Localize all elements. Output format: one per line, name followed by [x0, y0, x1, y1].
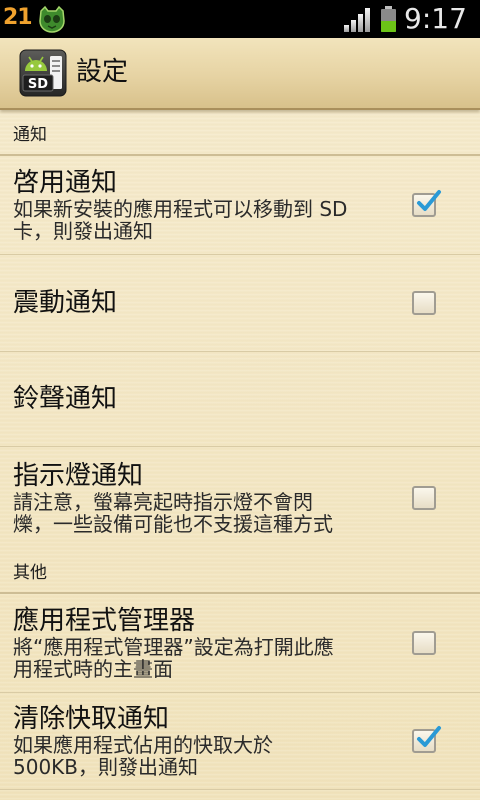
setting-text: 指示燈通知 請注意，螢幕亮起時指示燈不會閃 爍，一些設備可能也不支援這種方式	[13, 461, 403, 535]
enable-notification-checkbox[interactable]	[412, 190, 441, 217]
setting-text: 清除快取通知 如果應用程式佔用的快取大於 500KB，則發出通知	[13, 704, 403, 778]
status-bar: 21 9:17	[0, 0, 480, 38]
setting-title: 應用程式管理器	[13, 606, 196, 636]
setting-clear-cache-notification[interactable]: 清除快取通知 如果應用程式佔用的快取大於 500KB，則發出通知	[0, 693, 480, 790]
setting-summary: 用程式時的主畫面	[13, 657, 173, 680]
setting-summary: 爍，一些設備可能也不支援這種方式	[13, 511, 333, 535]
setting-title: 鈴聲通知	[13, 384, 118, 414]
setting-summary: 500KB，則發出通知	[13, 755, 199, 778]
signal-bar	[358, 14, 363, 32]
notification-number: 21	[3, 5, 33, 30]
title-bar: SD 設定	[0, 38, 480, 110]
setting-title: 指示燈通知	[13, 460, 144, 491]
setting-enable-notification[interactable]: 啓用通知 如果新安裝的應用程式可以移動到 SD 卡，則發出通知	[0, 156, 480, 255]
sd-card-app-icon: SD	[19, 49, 67, 97]
section-header-other: 其他	[0, 548, 480, 594]
battery-body	[381, 9, 396, 32]
battery-icon	[381, 6, 396, 32]
setting-title: 震動通知	[13, 288, 118, 318]
setting-title: 啓用通知	[13, 168, 118, 198]
checkmark-icon	[417, 726, 441, 747]
setting-text: 震動通知	[13, 288, 403, 318]
signal-icon	[344, 7, 372, 32]
setting-vibrate-notification[interactable]: 震動通知	[0, 255, 480, 352]
setting-led-notification[interactable]: 指示燈通知 請注意，螢幕亮起時指示燈不會閃 爍，一些設備可能也不支援這種方式	[0, 447, 480, 548]
settings-list[interactable]: 通知 啓用通知 如果新安裝的應用程式可以移動到 SD 卡，則發出通知 震動通知 …	[0, 110, 480, 800]
clear-cache-notification-checkbox[interactable]	[412, 726, 441, 753]
setting-text: 啓用通知 如果新安裝的應用程式可以移動到 SD 卡，則發出通知	[13, 168, 403, 242]
setting-summary: 如果應用程式佔用的快取大於	[13, 733, 273, 757]
setting-summary: 卡，則發出通知	[13, 219, 153, 242]
setting-ringtone-notification[interactable]: 鈴聲通知	[0, 352, 480, 447]
setting-title: 清除快取通知	[13, 704, 170, 734]
battery-fill	[381, 20, 396, 32]
setting-text: 鈴聲通知	[13, 384, 403, 414]
checkmark-icon	[417, 190, 441, 211]
clock: 9:17	[404, 2, 467, 35]
vibrate-notification-checkbox[interactable]	[412, 291, 436, 315]
setting-summary: 如果新安裝的應用程式可以移動到 SD	[13, 197, 348, 221]
app-manager-checkbox[interactable]	[412, 631, 436, 655]
section-header-notifications: 通知	[0, 110, 480, 156]
setting-summary: 將“應用程式管理器”設定為打開此應	[13, 635, 334, 659]
signal-bar	[351, 20, 356, 32]
setting-text: 應用程式管理器 將“應用程式管理器”設定為打開此應 用程式時的主畫面	[13, 606, 403, 680]
setting-summary: 請注意，螢幕亮起時指示燈不會閃	[13, 489, 313, 514]
app-icon-text: SD	[28, 77, 48, 92]
signal-bar	[365, 8, 370, 32]
app-notification-icon	[39, 5, 65, 33]
page-title: 設定	[76, 57, 129, 87]
led-notification-checkbox[interactable]	[412, 485, 436, 510]
setting-app-manager[interactable]: 應用程式管理器 將“應用程式管理器”設定為打開此應 用程式時的主畫面	[0, 594, 480, 693]
signal-bar	[344, 25, 349, 32]
